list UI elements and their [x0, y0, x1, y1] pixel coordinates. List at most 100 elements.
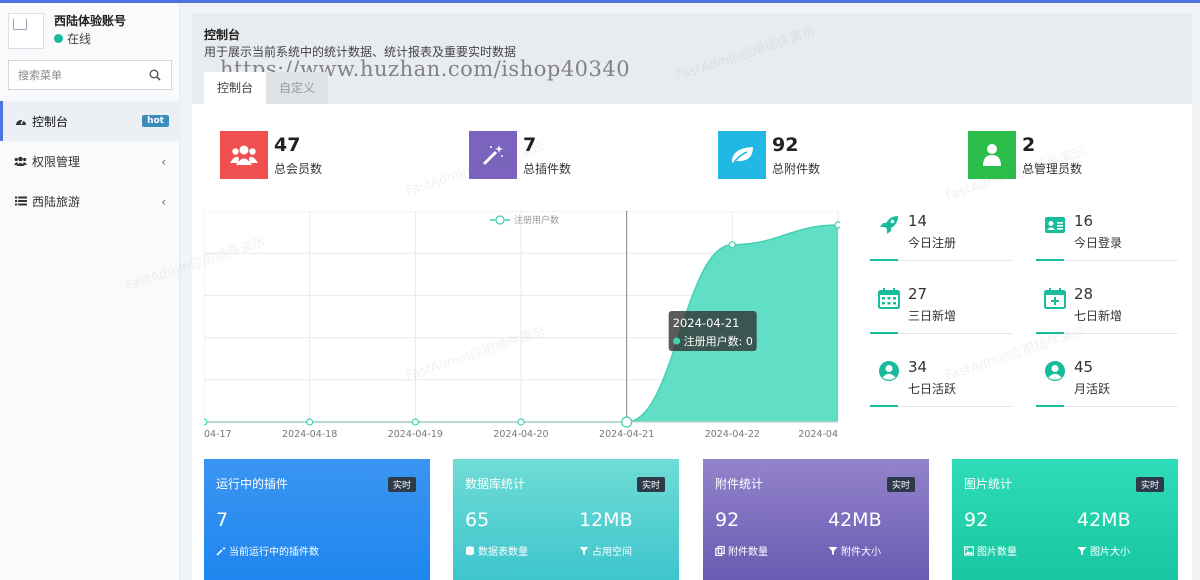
- mini-stat-value: 34: [908, 358, 928, 376]
- card-title: 图片统计: [964, 477, 1013, 491]
- mini-stat-label: 今日注册: [908, 236, 957, 250]
- mini-stat-label: 今日登录: [1074, 236, 1123, 250]
- leaf-icon: [718, 131, 766, 179]
- card-sub-label: 图片数量: [977, 547, 1017, 558]
- data-point: [411, 418, 419, 426]
- users-icon: [14, 155, 27, 167]
- card-value: 92: [715, 509, 740, 531]
- card-sub: 占用空间: [579, 543, 632, 558]
- card-value: 12MB: [579, 509, 633, 531]
- realtime-badge: 实时: [1135, 477, 1164, 492]
- sidebar-menu: 控制台 hot 权限管理 ‹ 西陆旅游 ‹: [0, 101, 180, 221]
- card-sub: 附件数量: [715, 543, 768, 558]
- mini-stat-value: 28: [1074, 285, 1094, 303]
- mini-stat-label: 三日新增: [908, 309, 957, 323]
- data-point: [728, 241, 736, 249]
- id-card-icon: [1045, 217, 1065, 233]
- realtime-badge: 实时: [886, 477, 915, 492]
- dashboard-icon: [14, 115, 27, 127]
- divider: [1036, 259, 1178, 261]
- tab-custom[interactable]: 自定义: [266, 72, 329, 104]
- user-status: 在线: [54, 30, 91, 47]
- chart-svg: 04-17 2024-04-18 2024-04-19 2024-04-20 2024-…: [200, 210, 842, 440]
- card-value: 92: [964, 509, 989, 531]
- divider: [870, 259, 1012, 261]
- page-title: 控制台: [204, 28, 241, 42]
- x-tick-label: 2024-04-22: [705, 429, 760, 440]
- x-tick-label: 2024-04-21: [599, 429, 654, 440]
- image-icon: [964, 545, 974, 556]
- data-point: [306, 418, 314, 426]
- tooltip-dot: [673, 337, 681, 345]
- main-content: 控制台 用于展示当前系统中的统计数据、统计报表及重要实时数据 https://w…: [124, 13, 1192, 580]
- sidebar-item-label: 西陆旅游: [32, 194, 81, 209]
- search-input[interactable]: [9, 61, 137, 89]
- sidebar-item-dashboard[interactable]: 控制台 hot: [0, 101, 180, 141]
- content-header: 控制台 用于展示当前系统中的统计数据、统计报表及重要实时数据 https://w…: [192, 13, 1192, 104]
- stat-label: 总插件数: [523, 162, 572, 176]
- card-database: 数据库统计 实时 65 12MB 数据表数量 占用空间: [453, 459, 679, 580]
- mini-stat-label: 七日活跃: [908, 382, 957, 396]
- mini-stat-seven-day: 28 七日新增: [1036, 285, 1178, 341]
- tooltip-date: 2024-04-21: [673, 316, 740, 330]
- registration-chart: 04-17 2024-04-18 2024-04-19 2024-04-20 2024-…: [200, 210, 842, 449]
- data-point: [517, 418, 525, 426]
- chevron-left-icon: ‹: [161, 155, 166, 169]
- list-icon: [14, 195, 27, 207]
- sidebar-item-permissions[interactable]: 权限管理 ‹: [0, 141, 180, 181]
- hot-badge: hot: [142, 115, 169, 127]
- card-value: 7: [216, 509, 229, 531]
- mini-stat-label: 月活跃: [1074, 382, 1111, 396]
- card-value: 65: [465, 509, 490, 531]
- top-accent-bar: [0, 0, 1200, 3]
- mini-stat-value: 45: [1074, 358, 1094, 376]
- sidebar-item-label: 权限管理: [32, 154, 81, 169]
- card-value: 42MB: [828, 509, 882, 531]
- user-name: 西陆体验账号: [54, 14, 127, 28]
- x-tick-label: 2024-04: [798, 429, 838, 440]
- user-icon: [968, 131, 1016, 179]
- filter-icon: [828, 546, 838, 555]
- card-sub-label: 图片大小: [1090, 547, 1130, 558]
- x-tick-label: 2024-04-19: [388, 429, 443, 440]
- divider: [1036, 405, 1178, 407]
- card-attachments: 附件统计 实时 92 42MB 附件数量 附件大小: [703, 459, 929, 580]
- divider: [870, 332, 1012, 334]
- stat-value: 47: [274, 134, 301, 156]
- users-icon: [220, 131, 268, 179]
- realtime-badge: 实时: [387, 477, 416, 492]
- data-point: [200, 418, 208, 426]
- filter-icon: [579, 546, 589, 555]
- sidebar-item-travel[interactable]: 西陆旅游 ‹: [0, 181, 180, 221]
- tab-dashboard[interactable]: 控制台: [204, 72, 267, 104]
- card-sub: 图片大小: [1077, 543, 1130, 558]
- sidebar-item-label: 控制台: [32, 114, 69, 129]
- data-point: [621, 416, 633, 428]
- mini-stat-value: 16: [1074, 212, 1094, 230]
- data-point: [834, 221, 842, 229]
- card-sub: 数据表数量: [465, 543, 528, 558]
- user-circle-icon: [1045, 361, 1065, 381]
- stat-value: 7: [523, 134, 537, 156]
- user-circle-icon: [879, 361, 899, 381]
- chevron-left-icon: ‹: [161, 195, 166, 209]
- legend-label: 注册用户数: [514, 214, 559, 226]
- magic-icon: [216, 546, 226, 556]
- card-sub-label: 附件大小: [841, 547, 881, 558]
- card-title: 运行中的插件: [216, 477, 289, 491]
- user-panel: 西陆体验账号 在线: [8, 11, 173, 51]
- mini-stat-today-login: 16 今日登录: [1036, 212, 1178, 268]
- card-images: 图片统计 实时 92 42MB 图片数量 图片大小: [952, 459, 1178, 580]
- card-running-plugins: 运行中的插件 实时 7 当前运行中的插件数: [204, 459, 430, 580]
- files-icon: [715, 545, 725, 556]
- stat-label: 总会员数: [274, 162, 323, 176]
- avatar[interactable]: [8, 13, 44, 49]
- divider: [1036, 332, 1178, 334]
- search-icon[interactable]: [149, 69, 161, 81]
- x-tick-label: 2024-04-20: [493, 429, 548, 440]
- online-dot-icon: [54, 34, 63, 43]
- stat-label: 总附件数: [772, 162, 821, 176]
- stat-value: 2: [1022, 134, 1036, 156]
- legend-marker: [495, 215, 505, 225]
- card-sub: 附件大小: [828, 543, 881, 558]
